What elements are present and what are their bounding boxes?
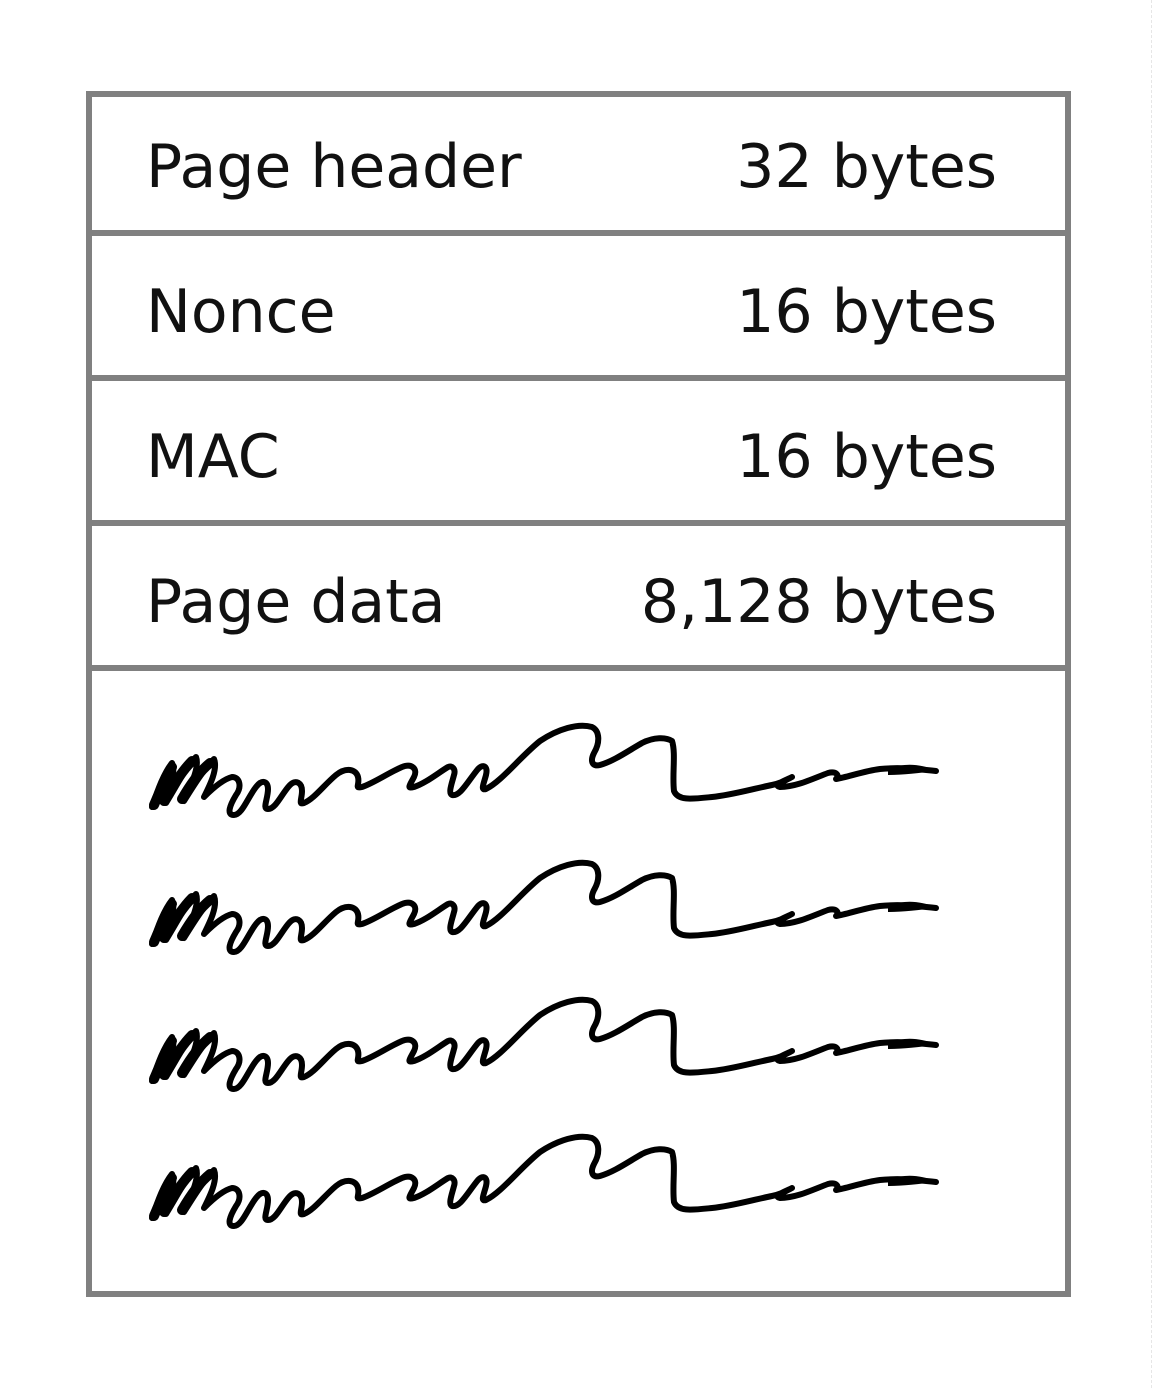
row-label: Nonce	[146, 277, 336, 347]
row-size: 32 bytes	[736, 132, 997, 202]
row-size: 16 bytes	[736, 277, 997, 347]
row-page-header: Page header 32 bytes	[92, 97, 1065, 236]
page-layout-diagram: Page header 32 bytes Nonce 16 bytes MAC …	[86, 91, 1071, 1297]
scribble-line-icon	[152, 863, 938, 952]
row-nonce: Nonce 16 bytes	[92, 242, 1065, 381]
scribble-lines	[92, 677, 1065, 1291]
row-size: 16 bytes	[736, 422, 997, 492]
row-label: MAC	[146, 422, 280, 492]
row-label: Page data	[146, 567, 446, 637]
row-page-data: Page data 8,128 bytes	[92, 532, 1065, 671]
row-size: 8,128 bytes	[640, 567, 997, 637]
scribble-line-icon	[152, 726, 938, 815]
page-data-content-area	[92, 677, 1065, 1291]
row-label: Page header	[146, 132, 522, 202]
scribble-line-icon	[152, 1137, 938, 1226]
scribble-line-icon	[152, 1000, 938, 1089]
row-mac: MAC 16 bytes	[92, 387, 1065, 526]
page-edge-rule	[1151, 0, 1152, 1388]
